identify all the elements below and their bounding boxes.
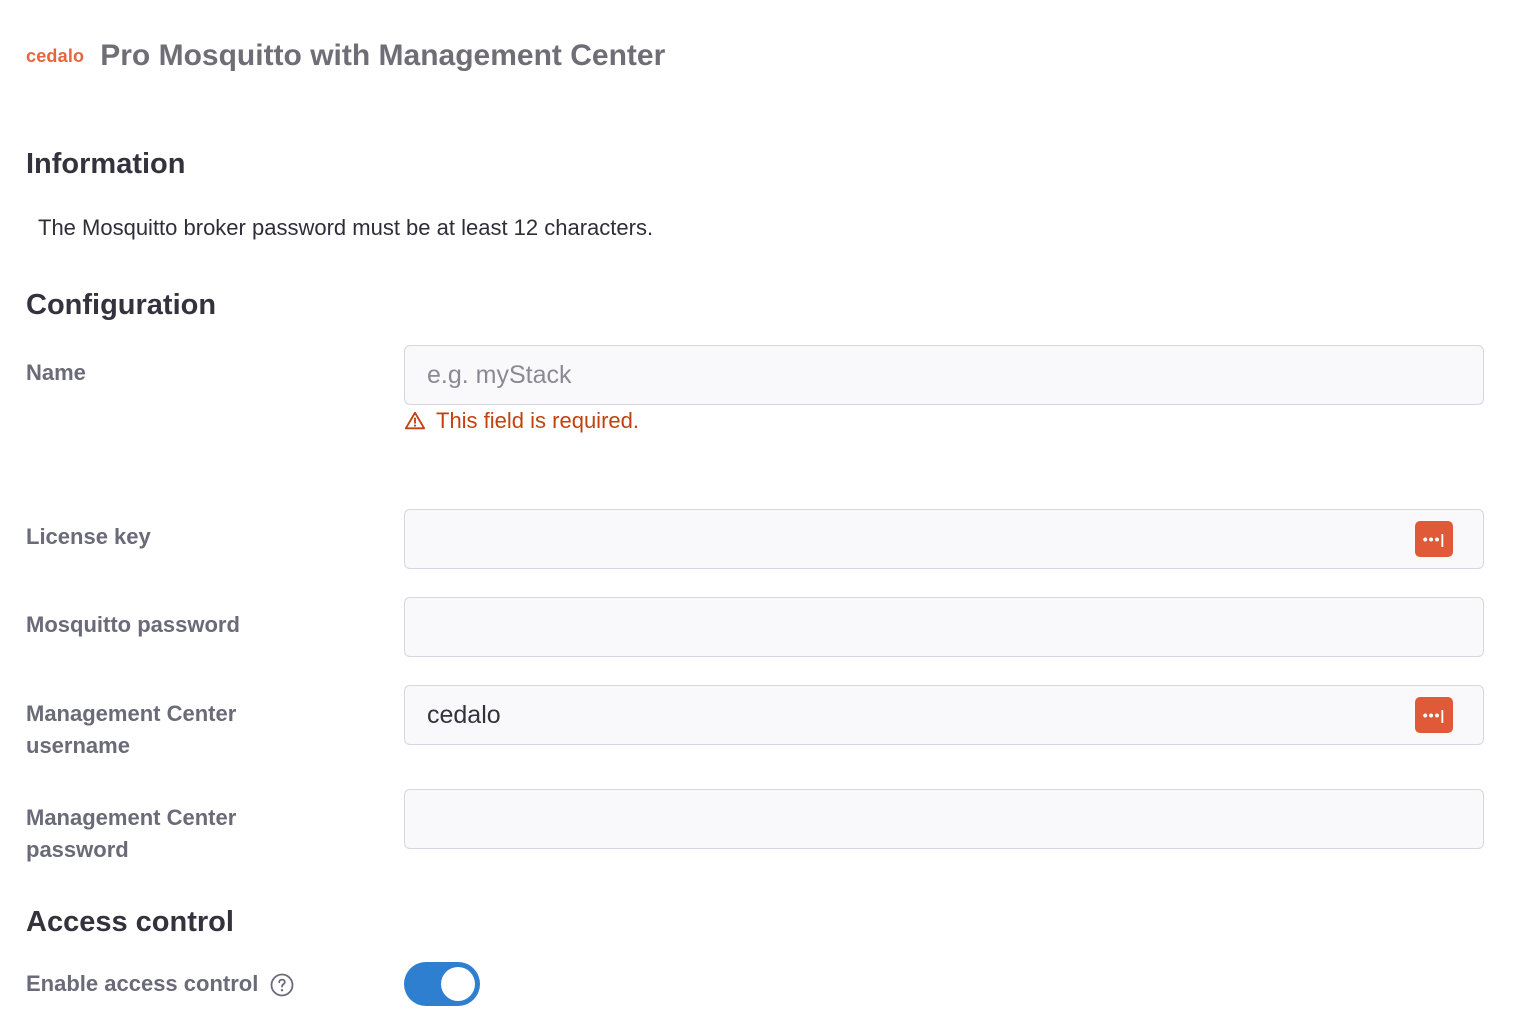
- license-key-input[interactable]: [427, 524, 1461, 554]
- mc-username-label-line1: Management Center: [26, 701, 237, 726]
- access-control-heading: Access control: [26, 906, 234, 938]
- name-label: Name: [26, 360, 86, 385]
- name-error: This field is required.: [404, 408, 639, 434]
- mc-username-label-line2: username: [26, 733, 130, 758]
- name-error-text: This field is required.: [436, 408, 639, 433]
- license-key-label: License key: [26, 524, 151, 549]
- access-control-toggle[interactable]: [404, 962, 480, 1006]
- mc-password-label-line2: password: [26, 837, 129, 862]
- page: cedalo Pro Mosquitto with Management Cen…: [0, 0, 1540, 1030]
- mosquitto-password-input[interactable]: [427, 612, 1461, 642]
- password-manager-icon[interactable]: •••|: [1415, 521, 1453, 557]
- mosquitto-password-field-box: [404, 597, 1484, 657]
- help-icon[interactable]: [270, 973, 294, 997]
- warning-icon: [404, 411, 426, 430]
- mosquitto-password-label: Mosquitto password: [26, 612, 240, 637]
- mc-password-label: Management Center password: [26, 802, 236, 866]
- mc-username-field-box: •••|: [404, 685, 1484, 745]
- password-manager-icon[interactable]: •••|: [1415, 697, 1453, 733]
- mc-password-input[interactable]: [427, 804, 1461, 834]
- brand-logo: cedalo: [26, 45, 85, 66]
- app-title: Pro Mosquitto with Management Center: [100, 39, 666, 72]
- information-heading: Information: [26, 148, 186, 180]
- name-input[interactable]: [427, 360, 1461, 390]
- mc-password-field-box: [404, 789, 1484, 849]
- enable-access-control-label: Enable access control: [26, 971, 259, 996]
- mc-password-label-line1: Management Center: [26, 805, 237, 830]
- name-field-box: [404, 345, 1484, 405]
- information-text: The Mosquitto broker password must be at…: [38, 215, 654, 240]
- mc-username-label: Management Center username: [26, 698, 236, 762]
- mc-username-input[interactable]: [427, 700, 1461, 730]
- toggle-knob: [441, 967, 475, 1001]
- license-key-field-box: •••|: [404, 509, 1484, 569]
- enable-access-control-row: Enable access control: [26, 968, 294, 1000]
- configuration-heading: Configuration: [26, 289, 217, 321]
- header: cedalo Pro Mosquitto with Management Cen…: [26, 34, 665, 78]
